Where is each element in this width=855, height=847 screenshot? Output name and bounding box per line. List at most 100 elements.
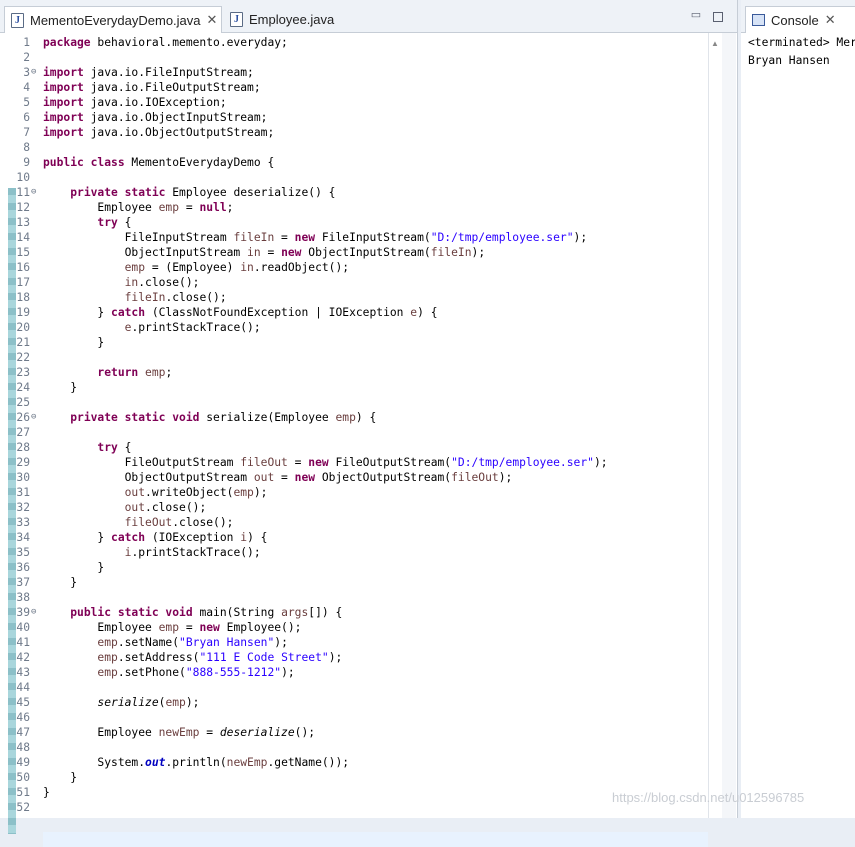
tab-label: MementoEverydayDemo.java — [30, 12, 201, 28]
code-line[interactable]: 31 out.writeObject(emp); — [0, 485, 708, 500]
code-line[interactable]: 44 — [0, 680, 708, 695]
code-line[interactable]: 7 import java.io.ObjectOutputStream; — [0, 125, 708, 140]
code-line[interactable]: 41 emp.setName("Bryan Hansen"); — [0, 635, 708, 650]
line-number: 50 — [16, 771, 30, 784]
line-code: Employee emp = new Employee(); — [43, 621, 302, 634]
code-line[interactable]: 11 ⊖ private static Employee deserialize(… — [0, 185, 708, 200]
line-code: emp.setPhone("888-555-1212"); — [97, 666, 295, 679]
code-line[interactable]: 46 — [0, 710, 708, 725]
code-editor[interactable]: J MementoEverydayDemo.java ✕ J Employee.… — [0, 0, 738, 847]
console-tab-label: Console — [771, 12, 819, 28]
code-line[interactable]: 4 import java.io.FileOutputStream; — [0, 80, 708, 95]
code-line[interactable]: 28 try { — [0, 440, 708, 455]
code-line[interactable]: 40 Employee emp = new Employee(); — [0, 620, 708, 635]
line-code: import java.io.ObjectOutputStream; — [43, 126, 275, 139]
tab-memento-everyday-demo[interactable]: J MementoEverydayDemo.java ✕ — [4, 6, 222, 33]
code-line[interactable]: 25 — [0, 395, 708, 410]
line-number: 2 — [23, 51, 30, 64]
tab-console[interactable]: Console ✕ — [745, 6, 855, 33]
console-icon — [752, 14, 765, 26]
code-line[interactable]: 26 ⊖ private static void serialize(Employ… — [0, 410, 708, 425]
line-number: 40 — [16, 621, 30, 634]
maximize-icon[interactable] — [713, 12, 723, 22]
code-line[interactable]: 19 } catch (ClassNotFoundException | IOE… — [0, 305, 708, 320]
code-line[interactable]: 6 import java.io.ObjectInputStream; — [0, 110, 708, 125]
fold-icon[interactable]: ⊖ — [31, 65, 40, 80]
code-line[interactable]: 8 — [0, 140, 708, 155]
line-number: 47 — [16, 726, 30, 739]
code-line[interactable]: 35 i.printStackTrace(); — [0, 545, 708, 560]
code-line[interactable]: 24 } — [0, 380, 708, 395]
code-line[interactable]: 5 import java.io.IOException; — [0, 95, 708, 110]
code-line[interactable]: 17 in.close(); — [0, 275, 708, 290]
code-line[interactable]: 18 fileIn.close(); — [0, 290, 708, 305]
scroll-up-icon[interactable]: ▲ — [711, 39, 719, 48]
code-area[interactable]: 1 package behavioral.memento.everyday; 2 3 ⊖… — [0, 33, 708, 847]
line-code: } catch (ClassNotFoundException | IOExce… — [43, 306, 438, 319]
line-code: emp.setName("Bryan Hansen"); — [97, 636, 288, 649]
line-number: 7 — [23, 126, 30, 139]
line-number: 33 — [16, 516, 30, 529]
java-file-icon: J — [11, 12, 24, 28]
code-line[interactable]: 48 — [0, 740, 708, 755]
code-line[interactable]: 15 ObjectInputStream in = new ObjectInpu… — [0, 245, 708, 260]
code-line[interactable]: 27 — [0, 425, 708, 440]
code-line[interactable]: 16 emp = (Employee) in.readObject(); — [0, 260, 708, 275]
code-line[interactable]: 9 public class MementoEverydayDemo { — [0, 155, 708, 170]
line-number: 51 — [16, 786, 30, 799]
code-line[interactable]: 39 ⊖ public static void main(String args[… — [0, 605, 708, 620]
code-line[interactable]: 34 } catch (IOException i) { — [0, 530, 708, 545]
code-line[interactable]: 51} — [0, 785, 708, 800]
code-line[interactable]: 30 ObjectOutputStream out = new ObjectOu… — [0, 470, 708, 485]
line-code: } — [43, 336, 105, 349]
line-number: 5 — [23, 96, 30, 109]
code-line[interactable]: 38 — [0, 590, 708, 605]
line-number: 27 — [16, 426, 30, 439]
code-line[interactable]: 21 } — [0, 335, 708, 350]
code-line[interactable]: 3 ⊖ import java.io.FileInputStream; — [0, 65, 708, 80]
code-line[interactable]: 2 — [0, 50, 708, 65]
code-line[interactable]: 29 FileOutputStream fileOut = new FileOu… — [0, 455, 708, 470]
line-number: 28 — [16, 441, 30, 454]
watermark: https://blog.csdn.net/u012596785 — [612, 790, 805, 805]
code-line[interactable]: 1 package behavioral.memento.everyday; — [0, 35, 708, 50]
code-line[interactable]: 22 — [0, 350, 708, 365]
code-line[interactable]: 37 } — [0, 575, 708, 590]
close-icon[interactable]: ✕ — [825, 12, 836, 28]
code-line[interactable]: 47 Employee newEmp = deserialize(); — [0, 725, 708, 740]
line-number: 16 — [16, 261, 30, 274]
line-number: 20 — [16, 321, 30, 334]
code-line[interactable]: 52 — [0, 800, 708, 815]
code-line[interactable]: 13 try { — [0, 215, 708, 230]
fold-icon[interactable]: ⊖ — [31, 410, 40, 425]
code-line[interactable]: 50 } — [0, 770, 708, 785]
code-line[interactable]: 33 fileOut.close(); — [0, 515, 708, 530]
code-line[interactable]: 43 emp.setPhone("888-555-1212"); — [0, 665, 708, 680]
tab-employee[interactable]: J Employee.java — [224, 6, 344, 32]
overview-ruler[interactable] — [722, 33, 736, 818]
fold-icon[interactable]: ⊖ — [31, 605, 40, 620]
line-number: 49 — [16, 756, 30, 769]
line-code: in.close(); — [124, 276, 200, 289]
code-line[interactable]: 49 System.out.println(newEmp.getName()); — [0, 755, 708, 770]
minimize-icon[interactable]: ▭ — [690, 10, 702, 21]
code-line[interactable]: 42 emp.setAddress("111 E Code Street"); — [0, 650, 708, 665]
line-number: 11 — [16, 186, 30, 199]
close-icon[interactable]: ✕ — [207, 12, 218, 28]
line-number: 15 — [16, 246, 30, 259]
code-line[interactable]: 10 — [0, 170, 708, 185]
code-line[interactable]: 23 return emp; — [0, 365, 708, 380]
line-code: public static void main(String args[]) { — [70, 606, 343, 619]
line-code: i.printStackTrace(); — [124, 546, 261, 559]
code-line[interactable]: 45 serialize(emp); — [0, 695, 708, 710]
line-number: 34 — [16, 531, 30, 544]
code-line[interactable]: 12 Employee emp = null; — [0, 200, 708, 215]
code-line[interactable]: 32 out.close(); — [0, 500, 708, 515]
code-line[interactable]: 14 FileInputStream fileIn = new FileInpu… — [0, 230, 708, 245]
line-number: 19 — [16, 306, 30, 319]
fold-icon[interactable]: ⊖ — [31, 185, 40, 200]
vertical-scrollbar[interactable]: ▲ — [708, 33, 723, 818]
console-view[interactable]: Console ✕ <terminated> Mer Bryan Hansen — [741, 0, 855, 818]
code-line[interactable]: 20 e.printStackTrace(); — [0, 320, 708, 335]
code-line[interactable]: 36 } — [0, 560, 708, 575]
